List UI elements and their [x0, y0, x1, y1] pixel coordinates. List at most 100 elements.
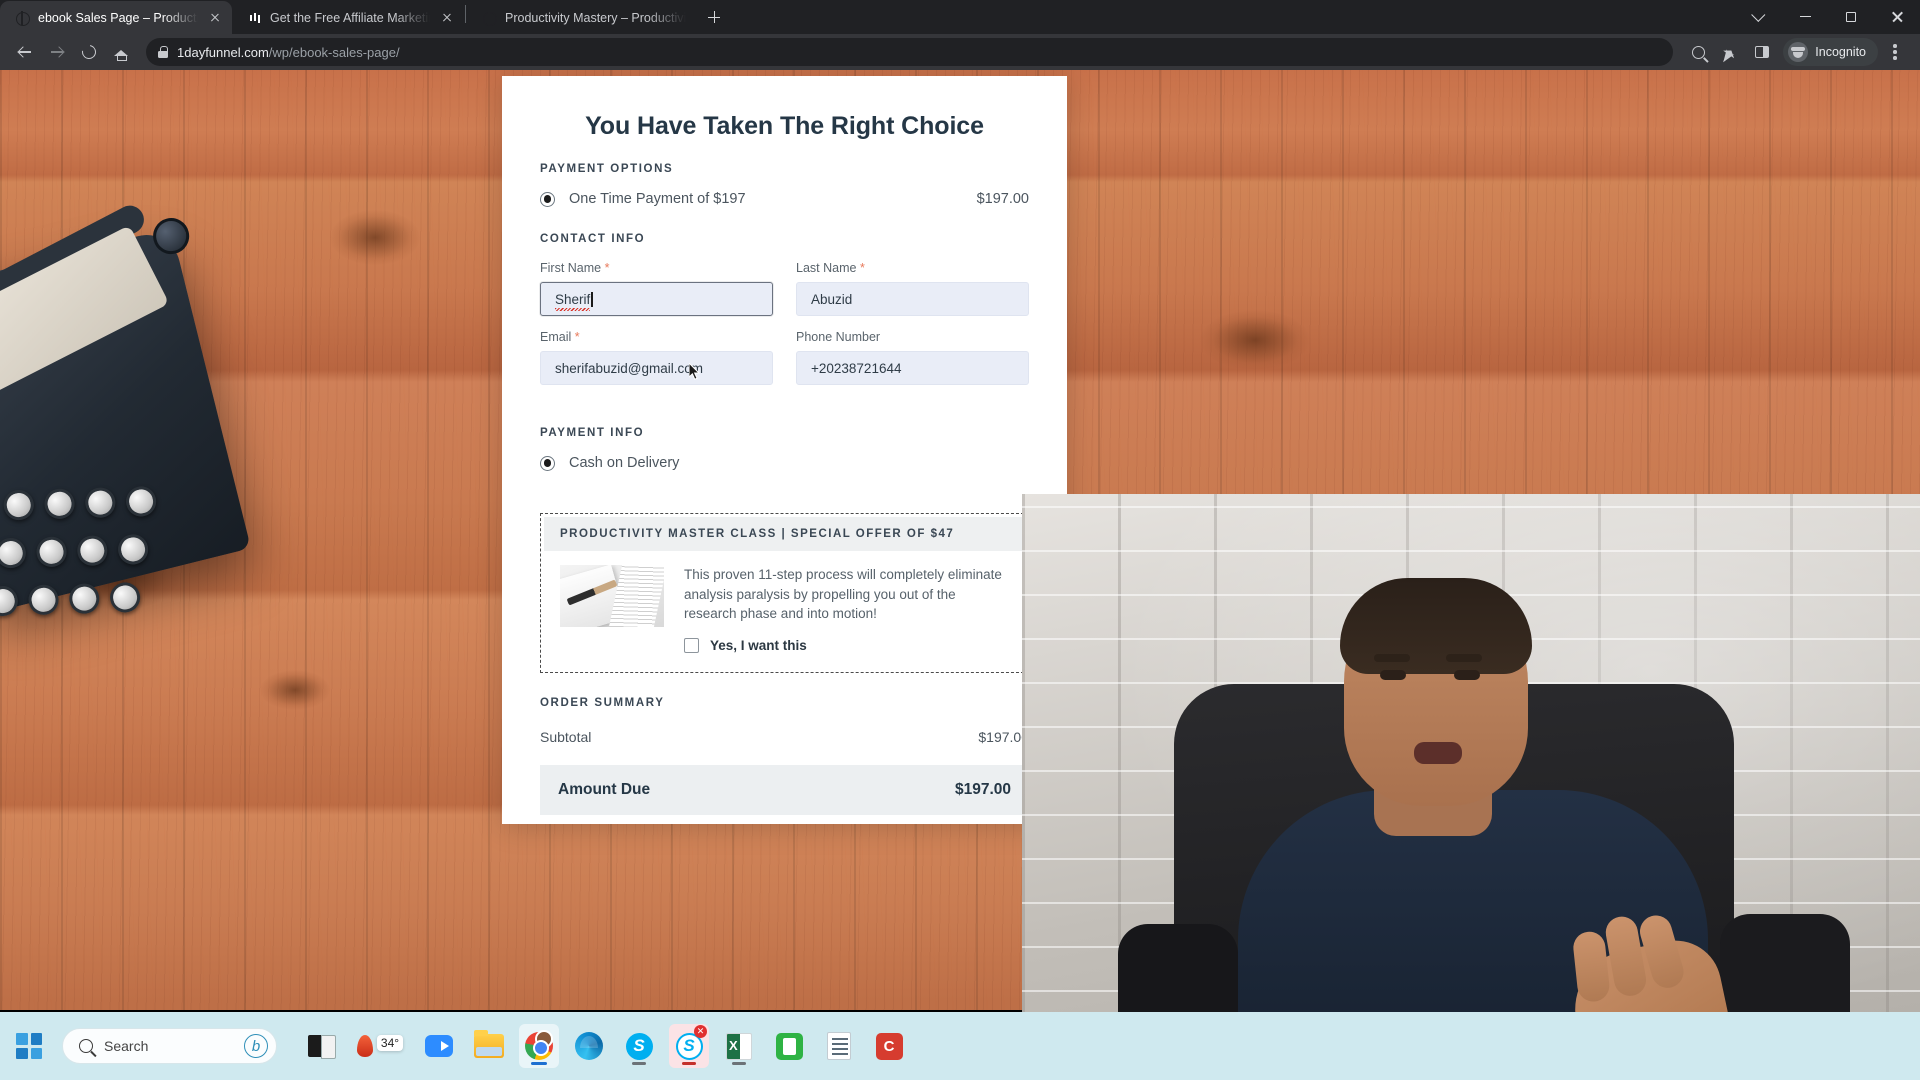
browser-chrome: ebook Sales Page – Productivity M Get th…: [0, 0, 1920, 70]
browser-toolbar: 1dayfunnel.com/wp/ebook-sales-page/ Inco…: [0, 34, 1920, 70]
last-name-field-group: Last Name * Abuzid: [796, 261, 1029, 316]
person-mouth: [1414, 742, 1462, 764]
chrome-icon[interactable]: [519, 1024, 559, 1068]
taskbar-search-input[interactable]: Search b: [62, 1028, 277, 1064]
tab-title: Get the Free Affiliate Marketing C: [270, 10, 430, 25]
last-name-value: Abuzid: [811, 291, 853, 307]
amount-due-value: $197.00: [954, 780, 1011, 798]
order-bump-heading: PRODUCTIVITY MASTER CLASS | SPECIAL OFFE…: [544, 517, 1025, 551]
phone-label-text: Phone Number: [796, 330, 881, 344]
order-bump-checkbox-row[interactable]: Yes, I want this: [684, 637, 1009, 653]
zoom-icon[interactable]: [419, 1024, 459, 1068]
section-title-payment-options: PAYMENT OPTIONS: [540, 163, 674, 175]
tab-title: Productivity Mastery – Productivi: [505, 10, 687, 25]
forward-arrow-icon[interactable]: [42, 37, 72, 67]
radio-cash-on-delivery[interactable]: [540, 455, 555, 471]
payment-option-row[interactable]: One Time Payment of $197 $197.00: [540, 191, 1029, 207]
email-label-text: Email: [540, 330, 572, 344]
mouse-cursor: [689, 363, 701, 381]
person-eyebrow-left: [1374, 654, 1410, 662]
payment-method-row[interactable]: Cash on Delivery: [540, 455, 1029, 471]
first-name-input[interactable]: Sherif: [540, 282, 773, 316]
lock-icon: [158, 46, 168, 58]
first-name-label-text: First Name: [540, 261, 602, 275]
subtotal-label: Subtotal: [540, 728, 592, 745]
globe-icon: [14, 10, 30, 26]
kebab-menu-icon[interactable]: [1880, 37, 1910, 67]
tab-close-icon[interactable]: [438, 9, 456, 27]
incognito-icon: [1788, 42, 1809, 62]
wood-knot: [260, 670, 330, 710]
order-bump-checkbox-label: Yes, I want this: [710, 637, 807, 653]
task-view-icon[interactable]: [301, 1024, 341, 1068]
phone-input[interactable]: +20238721644: [796, 351, 1029, 385]
windows-logo-icon[interactable]: [16, 1033, 42, 1059]
order-bump-thumbnail: [560, 565, 664, 627]
minimize-icon[interactable]: [1782, 0, 1828, 33]
skype-icon[interactable]: S: [619, 1024, 659, 1068]
text-caret: [591, 291, 593, 307]
webcam-overlay: [1022, 494, 1920, 1080]
email-value: sherifabuzid@gmail.com: [555, 360, 704, 376]
close-icon[interactable]: [1874, 0, 1920, 33]
maximize-icon[interactable]: [1828, 0, 1874, 33]
order-bump-description: This proven 11-step process will complet…: [684, 567, 1002, 622]
person-eye-left: [1380, 670, 1406, 680]
section-title-order-summary: ORDER SUMMARY: [540, 696, 665, 709]
weather-widget[interactable]: 34°: [351, 1024, 409, 1068]
email-label: Email *: [540, 330, 773, 344]
radio-one-time-payment[interactable]: [540, 191, 555, 207]
incognito-profile-button[interactable]: Incognito: [1783, 38, 1878, 66]
home-icon[interactable]: [106, 37, 136, 67]
search-icon[interactable]: [1683, 37, 1713, 67]
phone-value: +20238721644: [811, 360, 902, 376]
tab-close-icon[interactable]: [206, 9, 224, 27]
tab-strip: ebook Sales Page – Productivity M Get th…: [0, 0, 1920, 34]
notes-app-icon[interactable]: [819, 1024, 859, 1068]
payment-method-label: Cash on Delivery: [569, 455, 680, 471]
side-panel-icon[interactable]: [1747, 37, 1777, 67]
order-bump-checkbox[interactable]: [684, 637, 699, 653]
back-arrow-icon[interactable]: [10, 37, 40, 67]
chevron-down-icon[interactable]: [1736, 0, 1782, 33]
file-explorer-icon[interactable]: [469, 1024, 509, 1068]
weather-drop-icon: [356, 1035, 373, 1057]
edge-icon[interactable]: [569, 1024, 609, 1068]
skype-business-icon[interactable]: S ✕: [669, 1024, 709, 1068]
first-name-field-group: First Name * Sherif: [540, 261, 773, 316]
last-name-input[interactable]: Abuzid: [796, 282, 1029, 316]
first-name-value: Sherif: [555, 291, 591, 311]
tab-ebook-sales-page[interactable]: ebook Sales Page – Productivity M: [0, 1, 232, 34]
checkout-card: You Have Taken The Right Choice PAYMENT …: [502, 76, 1067, 824]
bing-icon[interactable]: b: [244, 1034, 268, 1058]
address-bar[interactable]: 1dayfunnel.com/wp/ebook-sales-page/: [146, 38, 1674, 66]
new-tab-button[interactable]: [700, 3, 728, 31]
search-icon: [79, 1039, 93, 1053]
payment-option-price: $197.00: [976, 191, 1029, 207]
person-eye-right: [1454, 670, 1480, 680]
url-path: /wp/ebook-sales-page/: [268, 44, 400, 60]
summary-row-subtotal: Subtotal $197.00: [540, 725, 1029, 763]
red-app-icon[interactable]: C: [869, 1024, 909, 1068]
email-input[interactable]: sherifabuzid@gmail.com: [540, 351, 773, 385]
star-icon[interactable]: [1715, 37, 1745, 67]
tab-affiliate-marketing[interactable]: Get the Free Affiliate Marketing C: [232, 1, 464, 34]
payment-option-label: One Time Payment of $197: [569, 191, 746, 207]
url-domain: 1dayfunnel.com: [177, 44, 269, 60]
email-phone-field-row: Email * sherifabuzid@gmail.com Phone Num…: [540, 330, 1029, 385]
reload-icon[interactable]: [74, 37, 104, 67]
section-title-payment-info: PAYMENT INFO: [540, 427, 645, 439]
green-app-icon[interactable]: [769, 1024, 809, 1068]
order-bump[interactable]: PRODUCTIVITY MASTER CLASS | SPECIAL OFFE…: [540, 513, 1029, 673]
email-field-group: Email * sherifabuzid@gmail.com: [540, 330, 773, 385]
page-title: You Have Taken The Right Choice: [585, 112, 984, 140]
wood-knot: [330, 210, 420, 265]
wood-knot: [1200, 310, 1310, 370]
tab-productivity-mastery[interactable]: Productivity Mastery – Productivi: [467, 1, 694, 34]
screen: You Have Taken The Right Choice PAYMENT …: [0, 0, 1920, 1080]
incognito-label: Incognito: [1815, 45, 1866, 59]
required-marker: *: [574, 330, 580, 344]
blue-chart-icon: [246, 10, 262, 26]
excel-icon[interactable]: [719, 1024, 759, 1068]
person-eyebrow-right: [1446, 654, 1482, 662]
